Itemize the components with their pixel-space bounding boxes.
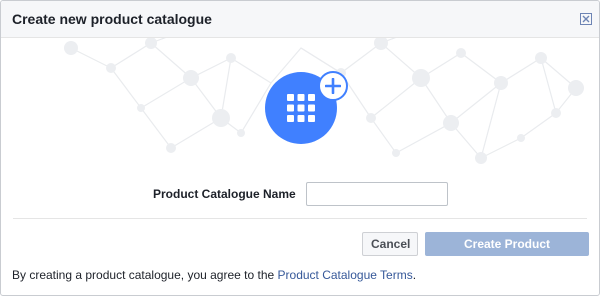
plus-icon: [318, 71, 348, 101]
divider: [13, 218, 587, 219]
cancel-button[interactable]: Cancel: [362, 232, 418, 256]
dialog-title: Create new product catalogue: [12, 11, 212, 27]
terms-link[interactable]: Product Catalogue Terms: [278, 268, 413, 282]
create-catalogue-dialog: Create new product catalogue Product Cat…: [0, 0, 600, 296]
grid-icon: [287, 94, 315, 122]
catalogue-illustration: [265, 71, 348, 144]
terms-notice: By creating a product catalogue, you agr…: [12, 268, 416, 282]
catalogue-name-input[interactable]: [306, 182, 448, 206]
close-icon[interactable]: [580, 13, 592, 25]
create-catalogue-button[interactable]: Create Product Catalogue: [425, 232, 589, 273]
terms-suffix: .: [412, 268, 417, 282]
catalogue-name-label: Product Catalogue Name: [153, 187, 296, 201]
catalogue-name-row: Product Catalogue Name: [1, 182, 599, 206]
dialog-header: Create new product catalogue: [1, 1, 599, 38]
terms-text: By creating a product catalogue, you agr…: [12, 268, 278, 282]
